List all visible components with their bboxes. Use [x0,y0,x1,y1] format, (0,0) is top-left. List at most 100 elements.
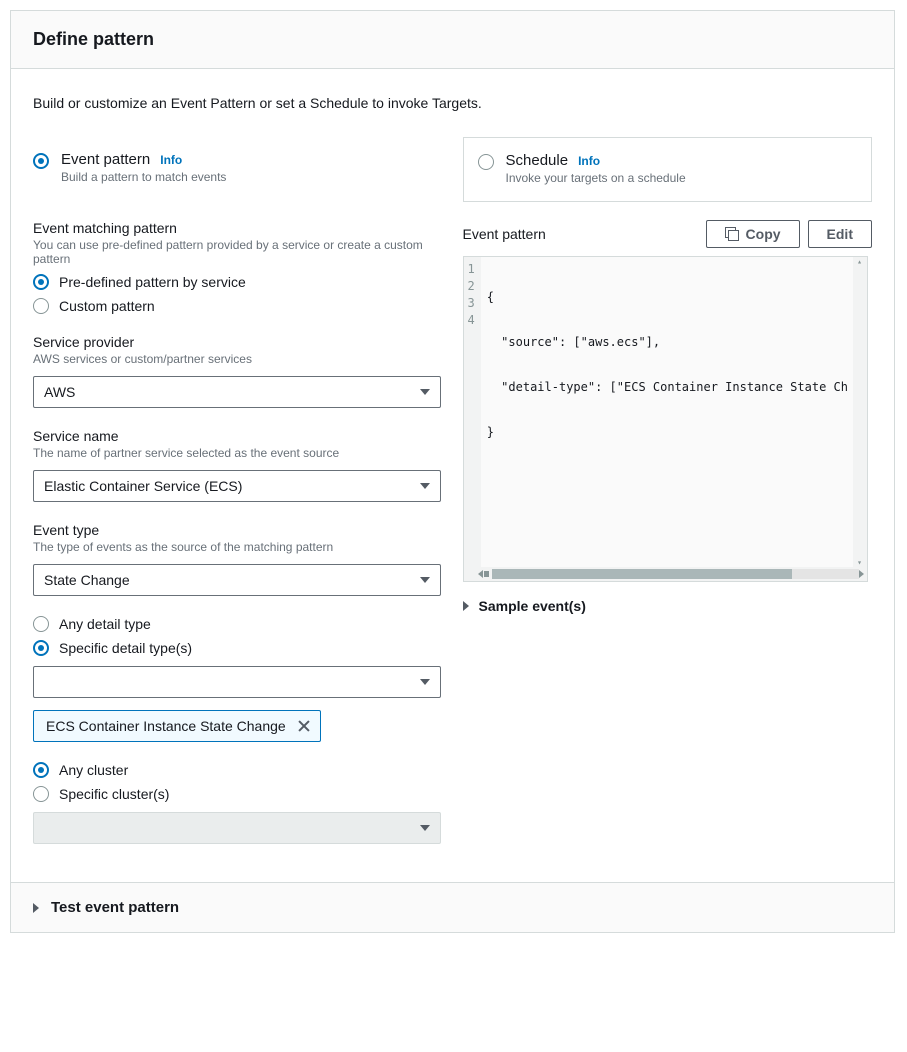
chevron-down-icon [420,679,430,685]
sample-events-label: Sample event(s) [479,598,586,614]
form-column: Event matching pattern You can use pre-d… [33,220,443,848]
scroll-track[interactable] [492,569,859,579]
provider-value: AWS [44,384,75,400]
panel-description: Build or customize an Event Pattern or s… [33,95,872,111]
cluster-select [33,812,441,844]
radio-label: Any detail type [59,616,151,632]
radio-any-detail-type[interactable]: Any detail type [33,616,443,632]
radio-icon [33,274,49,290]
preview-column: Event pattern Copy Edit 1 2 [463,220,873,848]
cluster-group: Any cluster Specific cluster(s) [33,762,443,844]
radio-icon [33,762,49,778]
option-event-pattern-title: Event pattern [61,151,150,168]
provider-select[interactable]: AWS [33,376,441,408]
radio-specific-detail-type[interactable]: Specific detail type(s) [33,640,443,656]
radio-icon [33,298,49,314]
radio-icon [33,616,49,632]
option-event-pattern-sub: Build a pattern to match events [61,170,226,184]
panel-header: Define pattern [11,11,894,69]
scroll-up-icon: ▴ [857,257,862,266]
event-pattern-code[interactable]: 1 2 3 4 { "source": ["aws.ecs"], "detail… [463,256,868,582]
service-name-help: The name of partner service selected as … [33,446,443,460]
option-schedule-sub: Invoke your targets on a schedule [506,171,686,185]
horizontal-scrollbar[interactable] [464,567,867,581]
info-link[interactable]: Info [160,153,182,167]
test-event-pattern-label: Test event pattern [51,899,179,916]
schedule-or-pattern-row: Event pattern Info Build a pattern to ma… [33,137,872,202]
token-label: ECS Container Instance State Change [46,718,286,734]
option-schedule-title: Schedule [506,152,569,169]
panel-title: Define pattern [33,29,872,50]
scroll-left-controls [464,570,492,578]
event-type-group: Event type The type of events as the sou… [33,522,443,596]
define-pattern-panel: Define pattern Build or customize an Eve… [10,10,895,933]
event-type-title: Event type [33,522,443,538]
option-schedule[interactable]: Schedule Info Invoke your targets on a s… [463,137,873,202]
service-name-group: Service name The name of partner service… [33,428,443,502]
scroll-block-icon [484,571,489,577]
radio-icon [33,640,49,656]
sample-events-expander[interactable]: Sample event(s) [463,598,873,614]
test-event-pattern-expander[interactable]: Test event pattern [33,899,872,916]
chevron-down-icon [420,825,430,831]
main-columns: Event matching pattern You can use pre-d… [33,220,872,848]
radio-event-pattern[interactable] [33,153,49,169]
radio-label: Specific detail type(s) [59,640,192,656]
detail-type-select[interactable] [33,666,441,698]
preview-title: Event pattern [463,226,546,242]
vertical-scrollbar[interactable]: ▴ ▾ [853,257,867,567]
radio-icon [33,786,49,802]
event-type-value: State Change [44,572,130,588]
chevron-right-icon [463,601,469,611]
event-matching-pattern-group: Event matching pattern You can use pre-d… [33,220,443,314]
service-provider-group: Service provider AWS services or custom/… [33,334,443,408]
copy-button[interactable]: Copy [706,220,800,248]
matching-help: You can use pre-defined pattern provided… [33,238,443,266]
code-line: "detail-type": ["ECS Container Instance … [487,379,861,396]
radio-any-cluster[interactable]: Any cluster [33,762,443,778]
code-gutter: 1 2 3 4 [464,257,481,581]
line-number: 1 [468,261,475,278]
code-line: { [487,289,861,306]
scroll-down-icon: ▾ [857,558,862,567]
code-content: { "source": ["aws.ecs"], "detail-type": … [481,257,867,581]
chevron-right-icon [33,903,39,913]
provider-help: AWS services or custom/partner services [33,352,443,366]
chevron-down-icon [420,483,430,489]
line-number: 2 [468,278,475,295]
detail-type-token: ECS Container Instance State Change [33,710,321,742]
event-type-select[interactable]: State Change [33,564,441,596]
radio-label: Pre-defined pattern by service [59,274,246,290]
radio-label: Custom pattern [59,298,155,314]
chevron-down-icon [420,577,430,583]
panel-body: Build or customize an Event Pattern or s… [11,69,894,882]
scroll-thumb[interactable] [492,569,793,579]
radio-custom-pattern[interactable]: Custom pattern [33,298,443,314]
radio-schedule[interactable] [478,154,494,170]
detail-type-group: Any detail type Specific detail type(s) … [33,616,443,742]
service-name-value: Elastic Container Service (ECS) [44,478,242,494]
chevron-down-icon [420,389,430,395]
code-line: "source": ["aws.ecs"], [487,334,861,351]
provider-title: Service provider [33,334,443,350]
service-name-title: Service name [33,428,443,444]
preview-buttons: Copy Edit [706,220,872,248]
scroll-left-icon [478,570,483,578]
scroll-right-icon [859,570,864,578]
code-line: } [487,424,861,441]
service-name-select[interactable]: Elastic Container Service (ECS) [33,470,441,502]
copy-icon [725,227,739,241]
radio-specific-cluster[interactable]: Specific cluster(s) [33,786,443,802]
event-type-help: The type of events as the source of the … [33,540,443,554]
radio-predefined-pattern[interactable]: Pre-defined pattern by service [33,274,443,290]
edit-button[interactable]: Edit [808,220,872,248]
line-number: 3 [468,295,475,312]
close-icon[interactable] [296,718,312,734]
radio-label: Specific cluster(s) [59,786,169,802]
info-link[interactable]: Info [578,154,600,168]
preview-header: Event pattern Copy Edit [463,220,873,248]
edit-label: Edit [827,226,853,242]
panel-footer: Test event pattern [11,882,894,932]
option-event-pattern[interactable]: Event pattern Info Build a pattern to ma… [33,137,443,200]
line-number: 4 [468,312,475,329]
